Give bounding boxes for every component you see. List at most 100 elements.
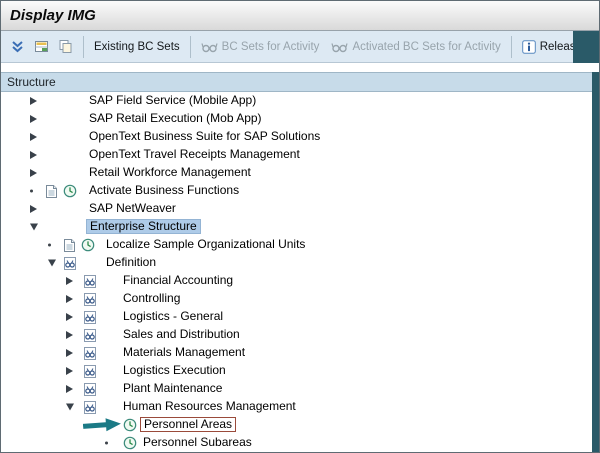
page-title: Display IMG xyxy=(10,7,96,24)
img-activity-icon[interactable] xyxy=(63,184,78,199)
toolbar-button-label: BC Sets for Activity xyxy=(222,41,320,53)
tree-item-label[interactable]: Activate Business Functions xyxy=(86,183,242,198)
expand-arrow-icon[interactable] xyxy=(30,169,37,177)
expand-arrow-icon[interactable] xyxy=(66,313,73,321)
structure-panel-header: Structure xyxy=(1,72,594,92)
window-titlebar: Display IMG xyxy=(1,1,599,31)
tree-row: SAP Field Service (Mobile App) xyxy=(1,92,594,110)
tree-row: Controlling xyxy=(1,290,594,308)
info-icon xyxy=(522,40,536,54)
tree-item-label[interactable]: Enterprise Structure xyxy=(86,219,201,234)
tree-row: Localize Sample Organizational Units xyxy=(1,236,594,254)
expand-arrow-icon[interactable] xyxy=(30,205,37,213)
tree-item-label[interactable]: Plant Maintenance xyxy=(120,381,225,396)
collapse-arrow-icon[interactable] xyxy=(30,224,38,231)
expand-arrow-icon[interactable] xyxy=(66,385,73,393)
expand-arrow-icon[interactable] xyxy=(30,133,37,141)
expand-arrow-icon[interactable] xyxy=(30,97,37,105)
tree-row: Personnel Areas xyxy=(1,416,594,434)
expand-arrow-icon[interactable] xyxy=(66,277,73,285)
tree-row: Activate Business Functions xyxy=(1,182,594,200)
tree-item-label[interactable]: Sales and Distribution xyxy=(120,327,243,342)
expand-arrow-icon[interactable] xyxy=(30,115,37,123)
tree-row: OpenText Business Suite for SAP Solution… xyxy=(1,128,594,146)
display-glasses-icon[interactable] xyxy=(63,256,78,271)
tree-leaf-dot xyxy=(105,442,108,445)
toolbar-button-label: Existing BC Sets xyxy=(94,41,180,53)
tree-row: Logistics - General xyxy=(1,308,594,326)
toolbar-separator xyxy=(511,36,512,58)
tree-item-label[interactable]: Personnel Subareas xyxy=(140,435,255,450)
background-window-strip xyxy=(592,72,599,452)
tree-item-label[interactable]: Materials Management xyxy=(120,345,248,360)
display-glasses-icon[interactable] xyxy=(83,382,98,397)
tree-row: Logistics Execution xyxy=(1,362,594,380)
expand-arrow-icon[interactable] xyxy=(66,331,73,339)
tree-row: OpenText Travel Receipts Management xyxy=(1,146,594,164)
display-glasses-icon[interactable] xyxy=(83,400,98,415)
img-activity-icon[interactable] xyxy=(81,238,96,253)
display-glasses-icon[interactable] xyxy=(83,274,98,289)
tree-leaf-dot xyxy=(48,244,51,247)
tree-item-label[interactable]: SAP Field Service (Mobile App) xyxy=(86,93,259,108)
img-tree: SAP Field Service (Mobile App) SAP Retail… xyxy=(1,92,594,452)
toolbar-gap xyxy=(1,63,599,72)
tree-row: SAP Retail Execution (Mob App) xyxy=(1,110,594,128)
expand-arrow-icon[interactable] xyxy=(30,151,37,159)
toolbar-button-activated-bc-sets-for-activity[interactable]: Activated BC Sets for Activity xyxy=(325,39,506,55)
tree-row: Sales and Distribution xyxy=(1,326,594,344)
toolbar: Existing BC Sets BC Sets for Activity Acti… xyxy=(1,31,599,63)
tree-row: Retail Workforce Management xyxy=(1,164,594,182)
tree-item-label[interactable]: Financial Accounting xyxy=(120,273,236,288)
double-chevron-down-icon[interactable] xyxy=(7,36,28,57)
img-activity-icon[interactable] xyxy=(123,436,138,451)
tree-row: Personnel Subareas xyxy=(1,434,594,452)
display-glasses-icon[interactable] xyxy=(83,328,98,343)
tree-item-label[interactable]: Logistics - General xyxy=(120,309,226,324)
tree-item-label[interactable]: Logistics Execution xyxy=(120,363,229,378)
background-window-block xyxy=(573,31,599,63)
toolbar-button-label: Activated BC Sets for Activity xyxy=(352,41,500,53)
display-img-window: Display IMG Existing BC Sets BC Sets for … xyxy=(0,0,600,453)
tree-item-label[interactable]: SAP Retail Execution (Mob App) xyxy=(86,111,265,126)
toolbar-separator xyxy=(190,36,191,58)
tree-row: Financial Accounting xyxy=(1,272,594,290)
glasses-icon xyxy=(331,41,348,53)
tree-row: Definition xyxy=(1,254,594,272)
tree-row: Materials Management xyxy=(1,344,594,362)
tree-item-label[interactable]: Localize Sample Organizational Units xyxy=(103,237,308,252)
display-glasses-icon[interactable] xyxy=(83,346,98,361)
document-icon[interactable] xyxy=(45,184,60,199)
annotation-arrow xyxy=(83,417,122,434)
document-icon[interactable] xyxy=(63,238,78,253)
tree-item-label[interactable]: Human Resources Management xyxy=(120,399,299,414)
collapse-arrow-icon[interactable] xyxy=(66,404,74,411)
tree-item-label[interactable]: Retail Workforce Management xyxy=(86,165,254,180)
expand-arrow-icon[interactable] xyxy=(66,349,73,357)
glasses-icon xyxy=(201,41,218,53)
tree-item-label[interactable]: Controlling xyxy=(120,291,183,306)
img-activity-icon[interactable] xyxy=(123,418,138,433)
tree-row: SAP NetWeaver xyxy=(1,200,594,218)
display-glasses-icon[interactable] xyxy=(83,310,98,325)
tree-row: Human Resources Management xyxy=(1,398,594,416)
tree-leaf-dot xyxy=(30,190,33,193)
toolbar-button-existing-bc-sets[interactable]: Existing BC Sets xyxy=(88,39,186,55)
tree-row: Enterprise Structure xyxy=(1,218,594,236)
tree-item-label[interactable]: OpenText Business Suite for SAP Solution… xyxy=(86,129,323,144)
toolbar-button-bc-sets-for-activity[interactable]: BC Sets for Activity xyxy=(195,39,326,55)
display-glasses-icon[interactable] xyxy=(83,364,98,379)
tree-row: Plant Maintenance xyxy=(1,380,594,398)
tree-item-label[interactable]: Personnel Areas xyxy=(140,417,236,432)
collapse-arrow-icon[interactable] xyxy=(48,260,56,267)
structure-panel-title: Structure xyxy=(7,75,56,89)
copy-icon[interactable] xyxy=(55,36,76,57)
expand-arrow-icon[interactable] xyxy=(66,295,73,303)
tree-item-label[interactable]: OpenText Travel Receipts Management xyxy=(86,147,303,162)
bc-set-icon[interactable] xyxy=(31,36,52,57)
tree-item-label[interactable]: SAP NetWeaver xyxy=(86,201,179,216)
display-glasses-icon[interactable] xyxy=(83,292,98,307)
expand-arrow-icon[interactable] xyxy=(66,367,73,375)
tree-item-label[interactable]: Definition xyxy=(103,255,159,270)
toolbar-separator xyxy=(83,36,84,58)
